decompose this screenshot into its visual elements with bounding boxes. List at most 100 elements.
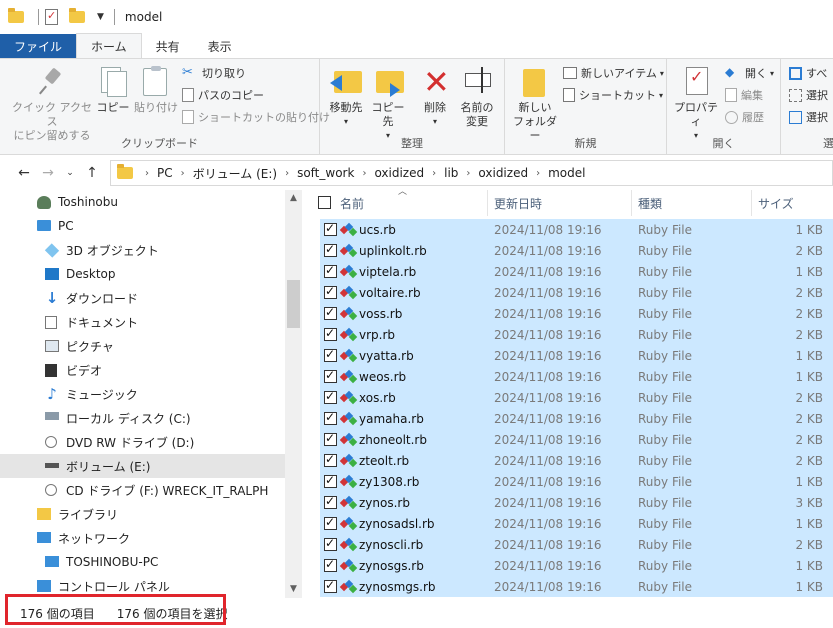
- file-name[interactable]: viptela.rb: [359, 265, 509, 279]
- breadcrumb-pc[interactable]: PC: [157, 166, 173, 180]
- cut-button[interactable]: ✂ 切り取り: [182, 63, 246, 83]
- file-row[interactable]: zy1308.rb2024/11/08 19:16 Ruby File 1 KB: [320, 471, 833, 492]
- address-bar[interactable]: › PC › ボリューム (E:) › soft_work › oxidized…: [110, 160, 833, 186]
- row-checkbox[interactable]: [324, 557, 337, 572]
- file-name[interactable]: voss.rb: [359, 307, 509, 321]
- file-name[interactable]: zynos.rb: [359, 496, 509, 510]
- delete-button[interactable]: ✕ 削除 ▾: [418, 65, 452, 129]
- file-name[interactable]: zhoneolt.rb: [359, 433, 509, 447]
- row-checkbox[interactable]: [324, 452, 337, 467]
- file-row[interactable]: vyatta.rb2024/11/08 19:16 Ruby File 1 KB: [320, 345, 833, 366]
- file-row[interactable]: voltaire.rb2024/11/08 19:16 Ruby File 2 KB: [320, 282, 833, 303]
- file-name[interactable]: zynoscli.rb: [359, 538, 509, 552]
- row-checkbox[interactable]: [324, 305, 337, 320]
- column-header-type[interactable]: 種類: [632, 190, 752, 216]
- open-button[interactable]: ◆ 開く ▾: [725, 63, 774, 83]
- new-folder-button[interactable]: 新しい フォルダー: [511, 65, 559, 143]
- file-row[interactable]: zynosgs.rb2024/11/08 19:16 Ruby File 1 KB: [320, 555, 833, 576]
- tab-share[interactable]: 共有: [142, 34, 194, 58]
- row-checkbox[interactable]: [324, 347, 337, 362]
- select-all-button[interactable]: すべ: [789, 63, 827, 83]
- file-row[interactable]: zynosmgs.rb2024/11/08 19:16 Ruby File 1 KB: [320, 576, 833, 597]
- breadcrumb-separator-icon[interactable]: ›: [466, 168, 470, 179]
- pin-quick-access-button[interactable]: クイック アクセス にピン留めする: [10, 65, 94, 143]
- breadcrumb-volume[interactable]: ボリューム (E:): [193, 165, 277, 182]
- file-row[interactable]: voss.rb2024/11/08 19:16 Ruby File 2 KB: [320, 303, 833, 324]
- shortcut-button[interactable]: ショートカット ▾: [563, 85, 663, 105]
- scroll-up-icon[interactable]: ▲: [285, 190, 302, 207]
- row-checkbox[interactable]: [324, 431, 337, 446]
- breadcrumb-model[interactable]: model: [548, 166, 585, 180]
- file-name[interactable]: ucs.rb: [359, 223, 509, 237]
- row-checkbox[interactable]: [324, 494, 337, 509]
- nav-item[interactable]: PC: [0, 214, 285, 238]
- up-arrow-icon[interactable]: ↑: [80, 165, 104, 181]
- breadcrumb-oxidized[interactable]: oxidized: [374, 166, 424, 180]
- nav-item[interactable]: Toshinobu: [0, 190, 285, 214]
- row-checkbox[interactable]: [324, 389, 337, 404]
- nav-scrollbar[interactable]: ▲ ▼: [285, 190, 302, 598]
- forward-arrow-icon[interactable]: →: [36, 165, 60, 181]
- file-row[interactable]: uplinkolt.rb2024/11/08 19:16 Ruby File 2 K…: [320, 240, 833, 261]
- properties-button[interactable]: プロパティ ▾: [671, 65, 721, 143]
- breadcrumb-separator-icon[interactable]: ›: [285, 168, 289, 179]
- move-to-button[interactable]: 移動先 ▾: [326, 65, 366, 129]
- breadcrumb-soft-work[interactable]: soft_work: [297, 166, 354, 180]
- recent-locations-chevron-icon[interactable]: ⌄: [60, 168, 80, 178]
- tab-home[interactable]: ホーム: [76, 33, 142, 58]
- scroll-thumb[interactable]: [287, 280, 300, 328]
- file-name[interactable]: weos.rb: [359, 370, 509, 384]
- file-row[interactable]: zynos.rb2024/11/08 19:16 Ruby File 3 KB: [320, 492, 833, 513]
- nav-item[interactable]: 3D オブジェクト: [0, 238, 285, 262]
- tab-view[interactable]: 表示: [194, 34, 246, 58]
- column-header-size[interactable]: サイズ: [752, 190, 833, 216]
- row-checkbox[interactable]: [324, 410, 337, 425]
- breadcrumb-separator-icon[interactable]: ›: [536, 168, 540, 179]
- scroll-down-icon[interactable]: ▼: [285, 581, 302, 598]
- file-name[interactable]: zynosmgs.rb: [359, 580, 509, 594]
- breadcrumb-separator-icon[interactable]: ›: [362, 168, 366, 179]
- file-row[interactable]: viptela.rb2024/11/08 19:16 Ruby File 1 KB: [320, 261, 833, 282]
- file-row[interactable]: zynosadsl.rb2024/11/08 19:16 Ruby File 1 K…: [320, 513, 833, 534]
- row-checkbox[interactable]: [324, 284, 337, 299]
- copy-to-button[interactable]: コピー先 ▾: [368, 65, 408, 143]
- paste-shortcut-button[interactable]: ショートカットの貼り付け: [182, 107, 330, 127]
- file-row[interactable]: xos.rb2024/11/08 19:16 Ruby File 2 KB: [320, 387, 833, 408]
- select-all-checkbox[interactable]: [318, 196, 331, 209]
- new-folder-quick-access-icon[interactable]: [69, 8, 85, 25]
- history-button[interactable]: 履歴: [725, 107, 764, 127]
- nav-item[interactable]: ローカル ディスク (C:): [0, 406, 285, 430]
- breadcrumb-separator-icon[interactable]: ›: [145, 168, 149, 179]
- nav-item[interactable]: ピクチャ: [0, 334, 285, 358]
- file-name[interactable]: zynosadsl.rb: [359, 517, 509, 531]
- back-arrow-icon[interactable]: ←: [12, 165, 36, 181]
- paste-button[interactable]: 貼り付け: [134, 65, 178, 115]
- breadcrumb-separator-icon[interactable]: ›: [432, 168, 436, 179]
- nav-item[interactable]: ネットワーク: [0, 526, 285, 550]
- row-checkbox[interactable]: [324, 368, 337, 383]
- nav-item[interactable]: Desktop: [0, 262, 285, 286]
- nav-item[interactable]: ♪ ミュージック: [0, 382, 285, 406]
- nav-item[interactable]: ビデオ: [0, 358, 285, 382]
- nav-item[interactable]: ↓ ダウンロード: [0, 286, 285, 310]
- file-row[interactable]: zhoneolt.rb2024/11/08 19:16 Ruby File 2 KB: [320, 429, 833, 450]
- row-checkbox[interactable]: [324, 221, 337, 236]
- file-name[interactable]: vrp.rb: [359, 328, 509, 342]
- row-checkbox[interactable]: [324, 263, 337, 278]
- select-none-button[interactable]: 選択: [789, 85, 828, 105]
- file-row[interactable]: weos.rb2024/11/08 19:16 Ruby File 1 KB: [320, 366, 833, 387]
- row-checkbox[interactable]: [324, 536, 337, 551]
- breadcrumb-oxidized-2[interactable]: oxidized: [478, 166, 528, 180]
- invert-selection-button[interactable]: 選択: [789, 107, 828, 127]
- file-row[interactable]: yamaha.rb2024/11/08 19:16 Ruby File 2 KB: [320, 408, 833, 429]
- file-name[interactable]: zteolt.rb: [359, 454, 509, 468]
- file-name[interactable]: vyatta.rb: [359, 349, 509, 363]
- rename-button[interactable]: 名前の 変更: [456, 65, 498, 129]
- row-checkbox[interactable]: [324, 473, 337, 488]
- file-name[interactable]: zynosgs.rb: [359, 559, 509, 573]
- breadcrumb-lib[interactable]: lib: [444, 166, 458, 180]
- row-checkbox[interactable]: [324, 578, 337, 593]
- column-header-name[interactable]: 名前: [340, 190, 488, 216]
- row-checkbox[interactable]: [324, 515, 337, 530]
- file-row[interactable]: ucs.rb2024/11/08 19:16 Ruby File 1 KB: [320, 219, 833, 240]
